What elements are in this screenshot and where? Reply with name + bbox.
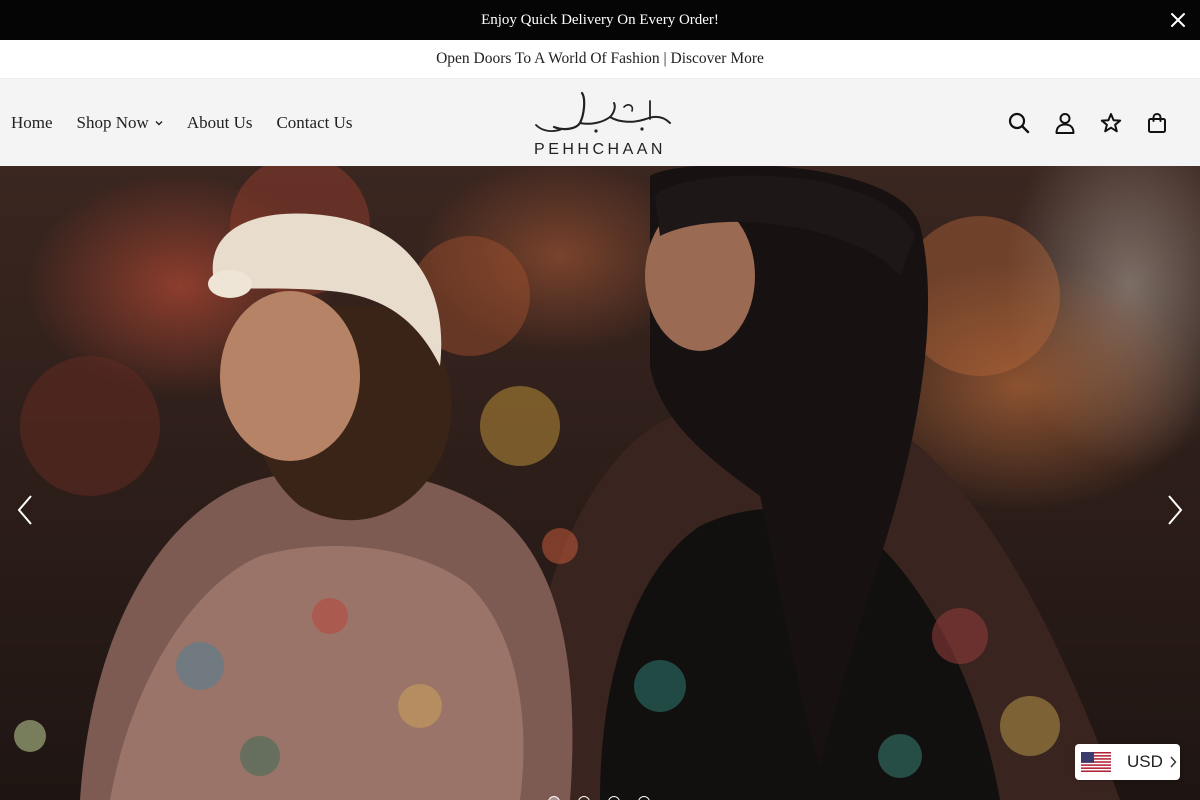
- logo-wordmark: PEHHCHAAN: [534, 141, 666, 158]
- slider-dot[interactable]: [638, 796, 650, 800]
- chevron-right-icon: [1170, 756, 1177, 768]
- cart-bag-icon[interactable]: [1146, 112, 1168, 134]
- site-header: Home Shop Now About Us Contact Us PEHHCH…: [0, 79, 1200, 166]
- announcement-bar: Enjoy Quick Delivery On Every Order!: [0, 0, 1200, 40]
- chevron-left-icon[interactable]: [15, 494, 35, 526]
- announcement-text: Enjoy Quick Delivery On Every Order!: [481, 11, 719, 28]
- nav-item-shop-now[interactable]: Shop Now: [77, 113, 163, 133]
- nav-item-contact-us[interactable]: Contact Us: [276, 113, 352, 133]
- slider-dots: [548, 796, 650, 800]
- wishlist-star-icon[interactable]: [1100, 112, 1122, 134]
- nav-item-about-us[interactable]: About Us: [187, 113, 253, 133]
- nav-item-label[interactable]: Shop Now: [77, 113, 149, 133]
- main-nav: Home Shop Now About Us Contact Us: [11, 79, 377, 166]
- close-icon[interactable]: [1168, 10, 1188, 30]
- hero-slider[interactable]: [0, 166, 1200, 800]
- brand-logo[interactable]: PEHHCHAAN: [524, 89, 676, 158]
- nav-item-label[interactable]: Contact Us: [276, 113, 352, 133]
- account-icon[interactable]: [1054, 112, 1076, 134]
- currency-selector[interactable]: USD: [1075, 744, 1180, 780]
- slider-dot[interactable]: [548, 796, 560, 800]
- slider-dot[interactable]: [608, 796, 620, 800]
- nav-item-label[interactable]: Home: [11, 113, 53, 133]
- promo-bar[interactable]: Open Doors To A World Of Fashion | Disco…: [0, 40, 1200, 79]
- chevron-down-icon: [155, 120, 163, 125]
- promo-text[interactable]: Open Doors To A World Of Fashion | Disco…: [436, 50, 764, 68]
- nav-item-home[interactable]: Home: [11, 113, 53, 133]
- header-icons: [1008, 79, 1168, 166]
- chevron-right-icon[interactable]: [1165, 494, 1185, 526]
- us-flag-icon: [1081, 752, 1111, 772]
- currency-code[interactable]: USD: [1127, 752, 1163, 772]
- logo-calligraphy-icon: [535, 91, 671, 133]
- slider-dot[interactable]: [578, 796, 590, 800]
- hero-image: [14, 166, 1120, 800]
- search-icon[interactable]: [1008, 112, 1030, 134]
- nav-item-label[interactable]: About Us: [187, 113, 253, 133]
